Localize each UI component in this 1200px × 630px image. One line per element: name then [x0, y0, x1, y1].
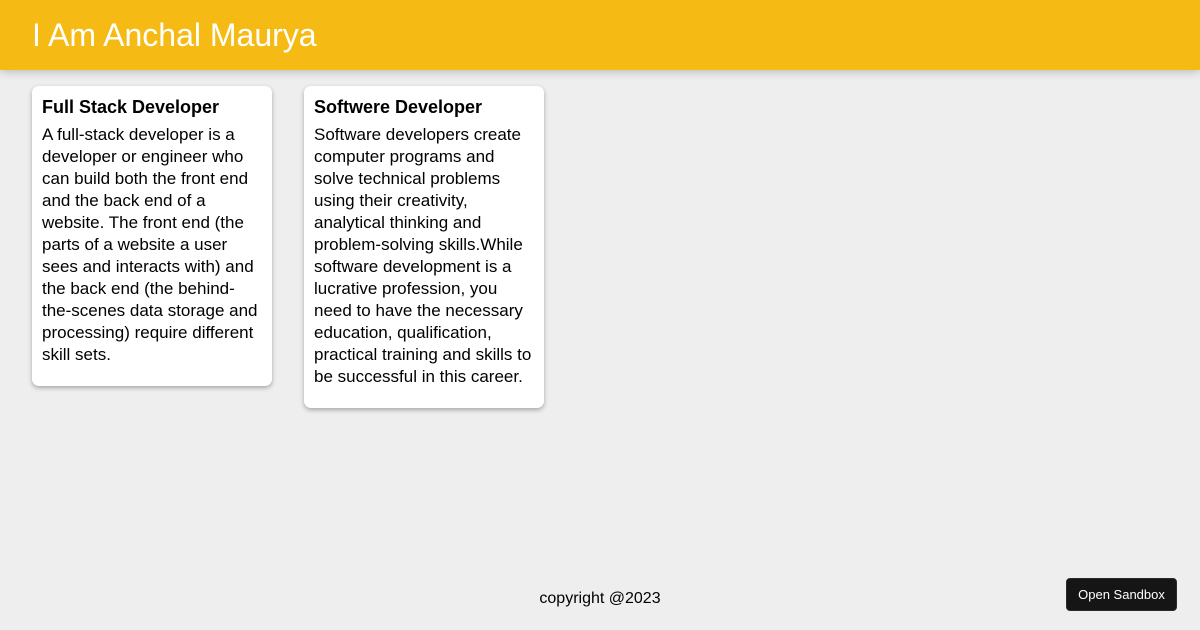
- app-header: I Am Anchal Maurya: [0, 0, 1200, 70]
- note-card-full-stack: Full Stack Developer A full-stack develo…: [32, 86, 272, 386]
- note-content: A full-stack developer is a developer or…: [42, 125, 258, 364]
- page-title: I Am Anchal Maurya: [32, 17, 317, 53]
- note-title: Softwere Developer: [314, 97, 483, 117]
- open-sandbox-button[interactable]: Open Sandbox: [1066, 578, 1177, 611]
- notes-container: Full Stack Developer A full-stack develo…: [32, 86, 576, 408]
- copyright-text: copyright @2023: [539, 590, 661, 607]
- note-card-software: Softwere Developer Software developers c…: [304, 86, 544, 408]
- note-content: Software developers create computer prog…: [314, 125, 532, 386]
- note-title: Full Stack Developer: [42, 97, 220, 117]
- footer: copyright @2023: [0, 588, 1200, 610]
